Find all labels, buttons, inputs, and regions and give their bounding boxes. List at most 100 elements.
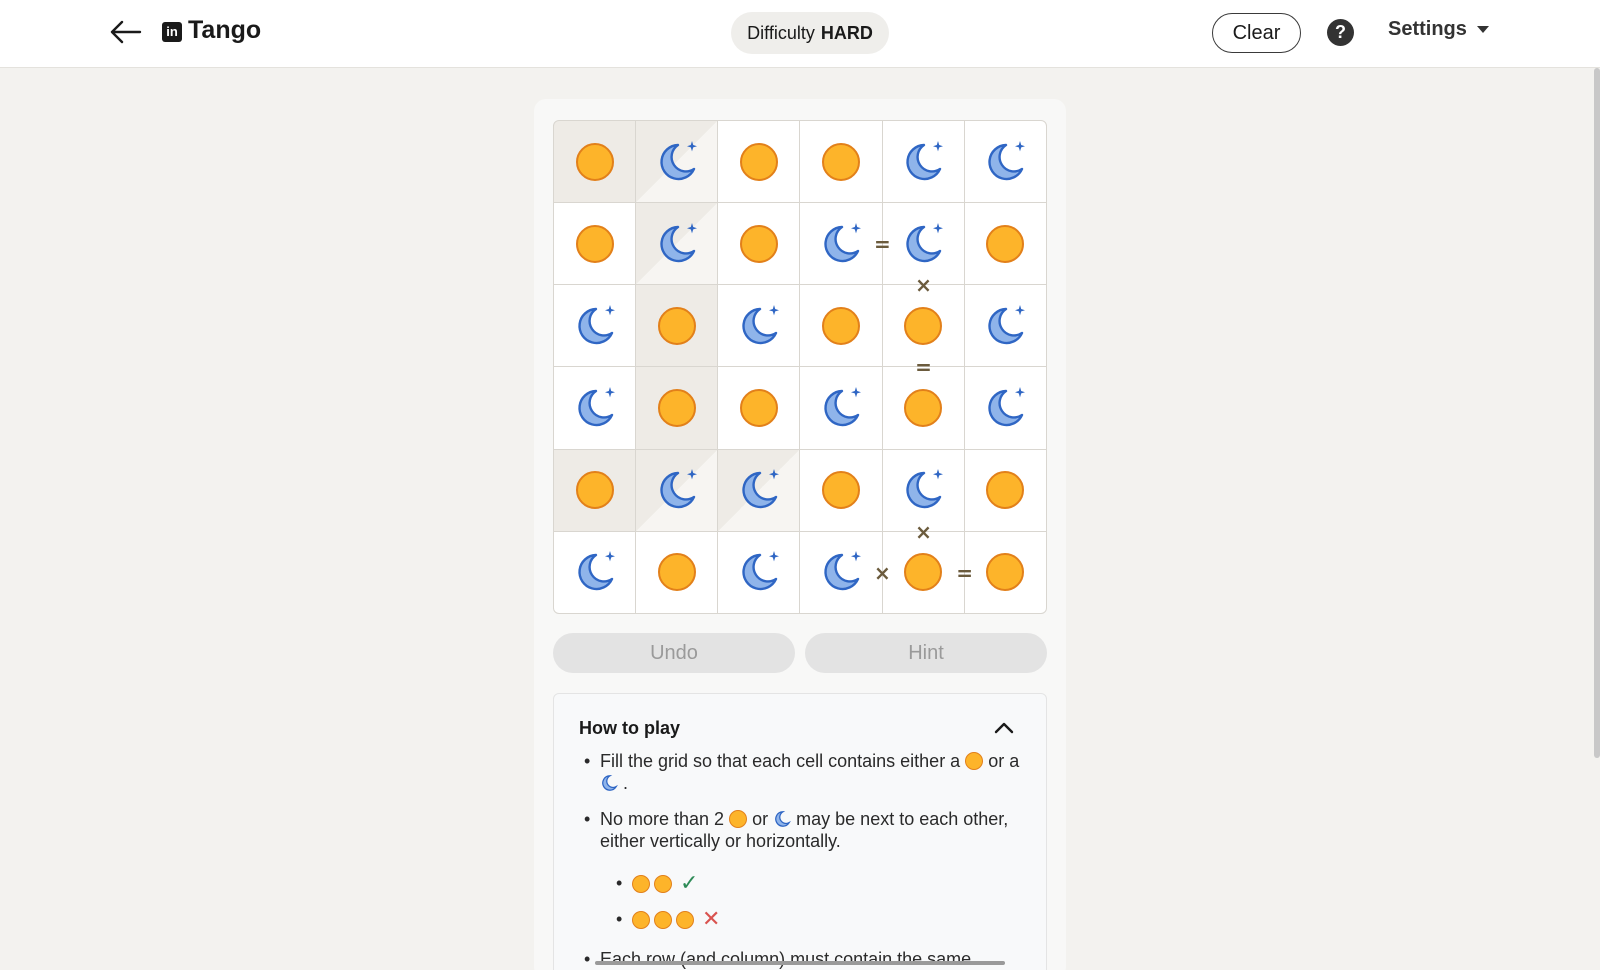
grid-cell[interactable] [882,449,964,531]
sun-icon [965,752,984,770]
hint-button[interactable]: Hint [805,633,1047,673]
moon-icon [734,465,784,515]
sun-icon [739,224,778,263]
check-icon: ✓ [680,871,699,896]
game-title: Tango [188,16,262,44]
grid-cell[interactable] [964,367,1046,449]
grid-cell[interactable] [636,285,718,367]
linkedin-logo-icon: in [162,22,182,42]
chevron-up-icon[interactable] [990,714,1018,742]
sun-icon [986,553,1025,592]
grid-cell[interactable] [964,121,1046,203]
moon-icon [570,383,620,433]
grid-cell[interactable] [800,121,882,203]
grid-cell[interactable] [882,531,964,613]
difficulty-badge: Difficulty HARD [731,12,889,54]
grid-cell[interactable] [800,531,882,613]
moon-icon [570,547,620,597]
grid-cell[interactable] [554,203,636,285]
grid-cell[interactable] [718,121,800,203]
moon-icon [775,811,792,827]
rule-item: No more than 2 or may be next to each ot… [580,808,1020,852]
moon-icon [898,219,948,269]
sun-icon [729,810,748,828]
moon-icon [980,137,1030,187]
grid-cell[interactable] [554,121,636,203]
grid-cell[interactable] [636,121,718,203]
undo-button[interactable]: Undo [553,633,795,673]
sun-icon [657,389,696,428]
moon-icon [898,137,948,187]
page-scrollbar[interactable] [1594,68,1600,758]
grid-cell[interactable] [718,449,800,531]
clear-button[interactable]: Clear [1212,13,1301,53]
panel-scrollbar[interactable] [595,961,1005,965]
sun-icon [676,911,694,929]
moon-icon [816,219,866,269]
grid-cell[interactable] [800,449,882,531]
grid-cell[interactable] [800,285,882,367]
sun-icon [632,875,650,893]
grid-cell[interactable] [636,531,718,613]
action-buttons: Undo Hint [553,633,1047,673]
sun-icon [575,142,614,181]
grid-cell[interactable] [964,203,1046,285]
grid-cell[interactable] [554,285,636,367]
grid-cell[interactable] [882,203,964,285]
sun-icon [904,389,943,428]
grid-cell[interactable] [882,121,964,203]
moon-icon [652,219,702,269]
back-arrow-icon[interactable] [108,14,144,50]
sun-icon [986,471,1025,510]
settings-label: Settings [1388,18,1467,40]
example-invalid: ✕ [580,902,1020,938]
example-valid: ✓ [580,866,1020,902]
grid-cell[interactable] [964,531,1046,613]
moon-icon [652,137,702,187]
rule-text: Fill the grid so that each cell contains… [600,751,961,771]
grid-cell[interactable] [882,367,964,449]
rule-item: Each row (and column) must contain the s… [580,948,1020,970]
grid-cell[interactable] [554,531,636,613]
moon-icon [734,547,784,597]
sun-icon [654,911,672,929]
grid-cell[interactable] [718,203,800,285]
grid-cell[interactable] [718,285,800,367]
sun-icon [822,142,861,181]
difficulty-label: Difficulty [747,22,815,43]
grid-cell[interactable] [882,285,964,367]
sun-icon [822,471,861,510]
moon-icon [570,301,620,351]
game-grid [553,120,1047,614]
grid-cell[interactable] [554,449,636,531]
grid-cell[interactable] [636,203,718,285]
grid-cell[interactable] [964,449,1046,531]
grid-cell[interactable] [800,367,882,449]
help-icon[interactable]: ? [1327,19,1354,46]
sun-icon [657,306,696,345]
rule-text: . [623,773,629,793]
sun-icon [632,911,650,929]
grid-cell[interactable] [718,531,800,613]
rule-text: or a [988,751,1020,771]
how-to-play-panel: How to play Fill the grid so that each c… [553,693,1047,970]
sun-icon [904,306,943,345]
grid-cell[interactable] [636,367,718,449]
difficulty-value: HARD [820,22,873,43]
moon-icon [898,465,948,515]
sun-icon [986,224,1025,263]
moon-icon [602,775,618,791]
grid-cell[interactable] [800,203,882,285]
grid-cell[interactable] [718,367,800,449]
sun-icon [904,553,943,592]
grid-cell[interactable] [636,449,718,531]
settings-dropdown[interactable]: Settings [1388,18,1489,41]
rule-item: Fill the grid so that each cell contains… [580,750,1020,794]
caret-down-icon [1476,26,1489,33]
moon-icon [816,383,866,433]
grid-cell[interactable] [554,367,636,449]
moon-icon [980,301,1030,351]
sun-icon [575,224,614,263]
grid-cell[interactable] [964,285,1046,367]
moon-icon [816,547,866,597]
